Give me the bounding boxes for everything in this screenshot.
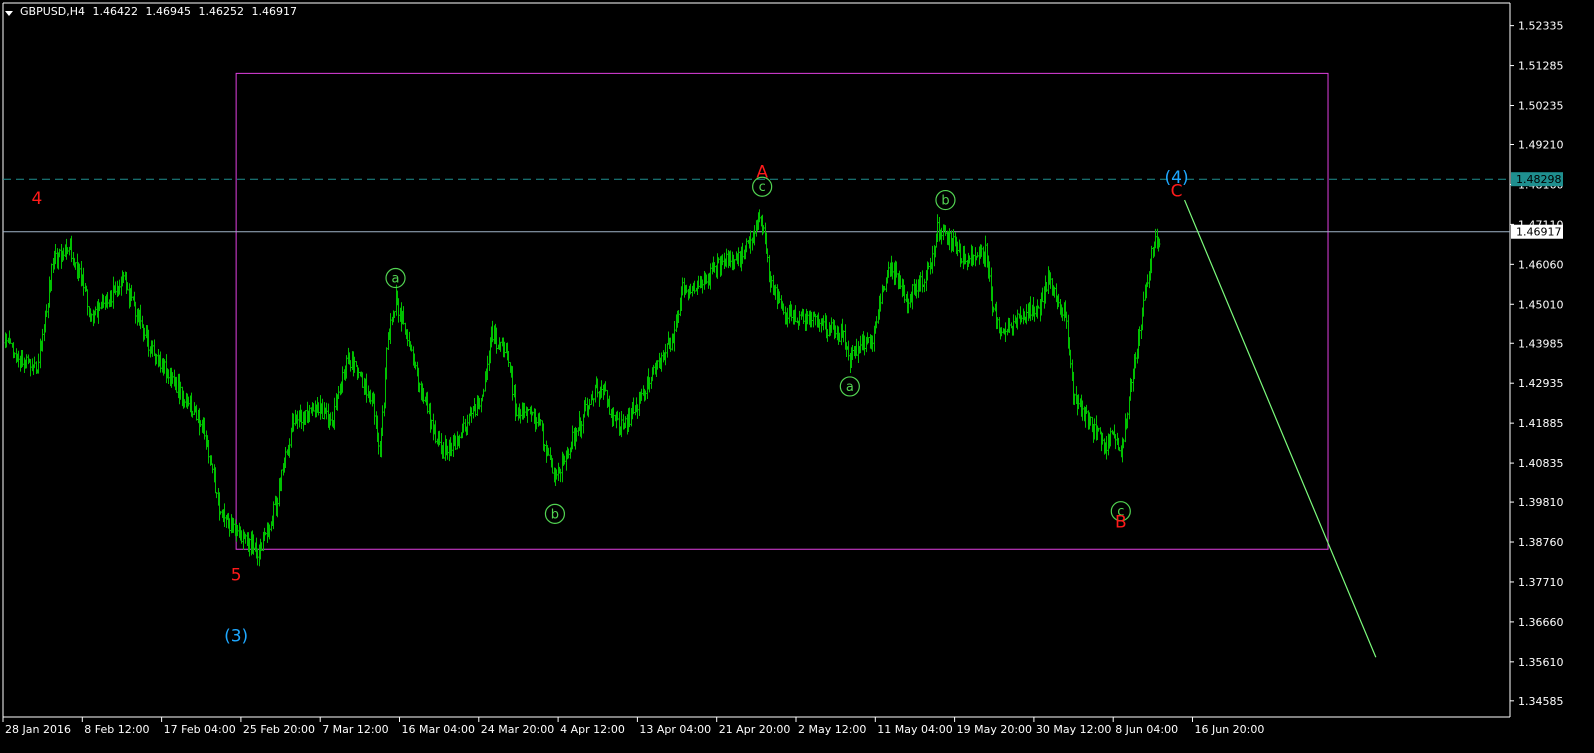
range-rectangle[interactable] (235, 72, 1329, 550)
chart-root: 1.523351.512851.502351.492101.481601.471… (0, 0, 1594, 753)
chart-menu-arrow-icon[interactable] (5, 11, 13, 16)
time-tick-label: 7 Mar 12:00 (322, 723, 388, 736)
header-close: 1.46917 (251, 5, 297, 18)
time-tick-label: 28 Jan 2016 (5, 723, 71, 736)
header-open: 1.46422 (92, 5, 138, 18)
price-tick-label: 1.38760 (1518, 536, 1564, 549)
price-tick-label: 1.40835 (1518, 457, 1564, 470)
time-tick-label: 25 Feb 20:00 (243, 723, 315, 736)
time-tick-label: 11 May 04:00 (877, 723, 952, 736)
time-tick-label: 16 Mar 04:00 (402, 723, 475, 736)
time-tick-label: 30 May 12:00 (1036, 723, 1111, 736)
price-tick-label: 1.34585 (1518, 695, 1564, 708)
price-tick-label: 1.45010 (1518, 298, 1564, 311)
wave-label-B: B (1115, 512, 1127, 532)
price-tick-label: 1.49210 (1518, 139, 1564, 152)
time-tick-label: 19 May 20:00 (957, 723, 1032, 736)
price-tick-label: 1.37710 (1518, 576, 1564, 589)
time-tick-label: 16 Jun 20:00 (1195, 723, 1265, 736)
dashed-level-price-label: 1.48298 (1516, 173, 1562, 186)
price-tick-label: 1.51285 (1518, 60, 1564, 73)
header-symbol: GBPUSD,H4 (20, 5, 85, 18)
wave-label-5: 5 (231, 566, 242, 586)
wave-label-C: C (1171, 182, 1183, 202)
candlestick-chart[interactable]: 1.523351.512851.502351.492101.481601.471… (0, 0, 1594, 753)
price-tick-label: 1.42935 (1518, 377, 1564, 390)
price-tick-label: 1.46060 (1518, 258, 1564, 271)
price-tick-label: 1.41885 (1518, 417, 1564, 430)
chart-header: GBPUSD,H4 1.46422 1.46945 1.46252 1.4691… (20, 5, 301, 18)
price-tick-label: 1.43985 (1518, 337, 1564, 350)
time-tick-label: 13 Apr 04:00 (639, 723, 711, 736)
price-tick-label: 1.50235 (1518, 100, 1564, 113)
time-tick-label: 24 Mar 20:00 (481, 723, 554, 736)
wave-label-(3): (3) (224, 627, 248, 647)
time-tick-label: 21 Apr 20:00 (719, 723, 791, 736)
wave-label-b: b (551, 507, 559, 522)
wave-label-b: b (941, 194, 949, 209)
time-tick-label: 2 May 12:00 (798, 723, 866, 736)
time-tick-label: 8 Jun 04:00 (1115, 723, 1178, 736)
wave-label-4: 4 (31, 189, 42, 209)
wave-label-A: A (756, 163, 768, 183)
header-low: 1.46252 (198, 5, 244, 18)
time-tick-label: 4 Apr 12:00 (560, 723, 625, 736)
wave-label-a: a (392, 272, 400, 287)
price-tick-label: 1.36660 (1518, 616, 1564, 629)
wave-label-a: a (846, 380, 854, 395)
time-tick-label: 17 Feb 04:00 (164, 723, 236, 736)
header-high: 1.46945 (145, 5, 191, 18)
price-tick-label: 1.52335 (1518, 20, 1564, 33)
bid-price-label: 1.46917 (1516, 226, 1562, 239)
price-tick-label: 1.39810 (1518, 496, 1564, 509)
time-tick-label: 8 Feb 12:00 (84, 723, 149, 736)
price-tick-label: 1.35610 (1518, 656, 1564, 669)
projection-trend-line[interactable] (1184, 199, 1377, 658)
